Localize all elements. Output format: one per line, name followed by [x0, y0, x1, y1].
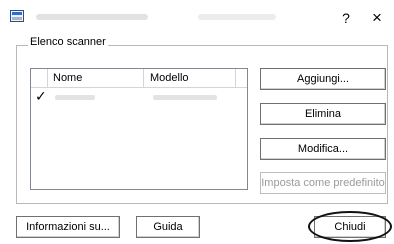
- close-button[interactable]: Chiudi: [314, 216, 386, 238]
- set-default-button[interactable]: Imposta come predefinito: [260, 172, 386, 194]
- scanner-list-label: Elenco scanner: [28, 36, 108, 48]
- column-separator: [47, 69, 48, 87]
- default-check-icon: ✓: [35, 88, 47, 104]
- scanner-list-header: Nome Modello: [31, 69, 247, 88]
- column-separator: [235, 69, 236, 87]
- scanner-dialog: ? × Elenco scanner Nome Modello ✓ Aggiun…: [0, 0, 394, 244]
- title-bar: ? ×: [0, 0, 394, 36]
- guide-button[interactable]: Guida: [136, 216, 200, 238]
- help-button[interactable]: ?: [338, 9, 354, 27]
- window-subtitle-blurred: [198, 14, 276, 20]
- scanner-model-blurred: [153, 95, 217, 100]
- window-title-blurred: [36, 14, 148, 20]
- scanner-row[interactable]: ✓: [31, 88, 247, 105]
- column-header-name[interactable]: Nome: [47, 69, 142, 87]
- about-button[interactable]: Informazioni su...: [16, 216, 120, 238]
- scanner-app-icon: [10, 10, 24, 22]
- modify-button[interactable]: Modifica...: [260, 138, 386, 160]
- scanner-list[interactable]: Nome Modello ✓: [30, 68, 248, 190]
- close-window-button[interactable]: ×: [368, 8, 386, 28]
- add-button[interactable]: Aggiungi...: [260, 68, 386, 90]
- column-header-model[interactable]: Modello: [144, 69, 234, 87]
- scanner-name-blurred: [55, 95, 95, 100]
- delete-button[interactable]: Elimina: [260, 103, 386, 125]
